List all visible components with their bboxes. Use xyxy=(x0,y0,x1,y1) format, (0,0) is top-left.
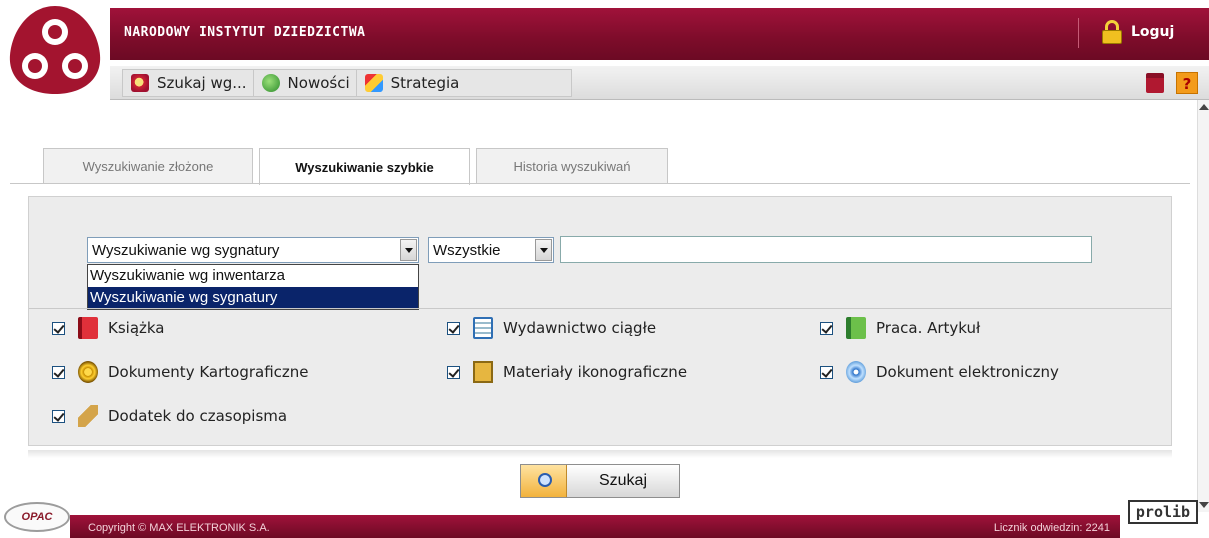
doctype-electronic: Dokument elektroniczny xyxy=(820,361,1059,383)
serial-icon xyxy=(473,317,493,339)
strategy-icon xyxy=(364,74,383,92)
doctype-label: Dokument elektroniczny xyxy=(876,363,1059,381)
search-type-dropdown: Wyszukiwanie wg inwentarza Wyszukiwanie … xyxy=(87,264,419,310)
site-title: NARODOWY INSTYTUT DZIEDZICTWA xyxy=(124,25,366,40)
article-checkbox[interactable] xyxy=(820,321,833,335)
book-icon xyxy=(78,317,98,339)
search-type-select[interactable]: Wyszukiwanie wg sygnatury xyxy=(87,237,419,263)
serial-checkbox[interactable] xyxy=(447,321,460,335)
visit-counter: Licznik odwiedzin: 2241 xyxy=(993,522,1110,534)
login-label: Loguj xyxy=(1131,24,1175,40)
nav-item-label: Nowości xyxy=(287,74,350,92)
help-icon[interactable]: ? xyxy=(1176,72,1198,94)
iconography-icon xyxy=(473,361,493,383)
doctype-iconographic: Materiały ikonograficzne xyxy=(447,361,687,383)
nav-bar: Szukaj wg... Nowości Strategia ? xyxy=(110,66,1209,100)
doctype-label: Materiały ikonograficzne xyxy=(503,363,688,381)
cartographic-checkbox[interactable] xyxy=(52,365,65,379)
tab-quick-search[interactable]: Wyszukiwanie szybkie xyxy=(259,148,470,185)
footer-bar: Copyright © MAX ELEKTRONIK S.A. Licznik … xyxy=(70,515,1120,538)
header-bar: NARODOWY INSTYTUT DZIEDZICTWA Loguj xyxy=(110,8,1209,60)
supplement-checkbox[interactable] xyxy=(52,409,65,423)
search-type-value: Wyszukiwanie wg sygnatury xyxy=(92,242,280,259)
dropdown-option-inventory[interactable]: Wyszukiwanie wg inwentarza xyxy=(88,265,418,287)
search-button[interactable]: Szukaj xyxy=(520,464,680,498)
scroll-up-arrow-icon[interactable] xyxy=(1199,104,1209,110)
institute-logo[interactable] xyxy=(0,0,110,98)
nav-item-search-by[interactable]: Szukaj wg... xyxy=(123,70,254,96)
nav-item-label: Strategia xyxy=(390,74,460,92)
doctype-label: Wydawnictwo ciągłe xyxy=(503,319,657,337)
doctype-article: Praca. Artykuł xyxy=(820,317,980,339)
doctype-label: Dokumenty Kartograficzne xyxy=(108,363,309,381)
panel-divider xyxy=(29,308,1171,309)
tabs-baseline xyxy=(10,183,1190,184)
book-checkbox[interactable] xyxy=(52,321,65,335)
doctype-label: Książka xyxy=(108,319,165,337)
tab-search-history[interactable]: Historia wyszukiwań xyxy=(476,148,668,184)
scroll-down-arrow-icon[interactable] xyxy=(1199,502,1209,508)
doctype-serial: Wydawnictwo ciągłe xyxy=(447,317,656,339)
search-icon xyxy=(131,74,149,92)
tab-advanced-search[interactable]: Wyszukiwanie złożone xyxy=(43,148,253,184)
doctype-cartographic: Dokumenty Kartograficzne xyxy=(52,361,309,383)
lock-icon xyxy=(1102,20,1122,44)
news-icon xyxy=(261,74,280,92)
tab-label: Wyszukiwanie złożone xyxy=(82,159,214,174)
panel-shadow xyxy=(28,450,1172,458)
electronic-checkbox[interactable] xyxy=(820,365,833,379)
magnifier-icon xyxy=(521,465,567,497)
chevron-down-icon[interactable] xyxy=(535,239,552,261)
article-icon xyxy=(846,317,866,339)
doctype-label: Dodatek do czasopisma xyxy=(108,407,288,425)
scope-select[interactable]: Wszystkie xyxy=(428,237,554,263)
gift-icon[interactable] xyxy=(1146,73,1164,93)
doctype-supplement: Dodatek do czasopisma xyxy=(52,405,287,427)
dropdown-option-signature[interactable]: Wyszukiwanie wg sygnatury xyxy=(88,287,418,309)
opac-logo[interactable]: OPAC xyxy=(4,502,70,532)
copyright-text: Copyright © MAX ELEKTRONIK S.A. xyxy=(88,522,270,534)
page-scrollbar[interactable] xyxy=(1197,100,1209,512)
search-input[interactable] xyxy=(560,236,1092,263)
doctype-book: Książka xyxy=(52,317,165,339)
search-button-label: Szukaj xyxy=(598,472,648,489)
nav-menu: Szukaj wg... Nowości Strategia xyxy=(122,69,572,97)
prolib-logo[interactable]: prolib xyxy=(1128,500,1198,524)
iconographic-checkbox[interactable] xyxy=(447,365,460,379)
tab-label: Historia wyszukiwań xyxy=(513,159,631,174)
chevron-down-icon[interactable] xyxy=(400,239,417,261)
header-divider xyxy=(1078,18,1079,48)
tab-label: Wyszukiwanie szybkie xyxy=(295,159,434,175)
nav-item-news[interactable]: Nowości xyxy=(254,70,357,96)
scope-value: Wszystkie xyxy=(433,242,501,259)
nav-item-label: Szukaj wg... xyxy=(157,74,247,92)
login-button[interactable]: Loguj xyxy=(1102,20,1174,44)
supplement-icon xyxy=(78,405,98,427)
map-icon xyxy=(78,361,98,383)
cd-icon xyxy=(846,361,866,383)
doctype-label: Praca. Artykuł xyxy=(876,319,981,337)
search-panel: Wyszukiwanie wg sygnatury Wyszukiwanie w… xyxy=(28,196,1172,446)
nav-item-strategy[interactable]: Strategia xyxy=(357,70,466,96)
